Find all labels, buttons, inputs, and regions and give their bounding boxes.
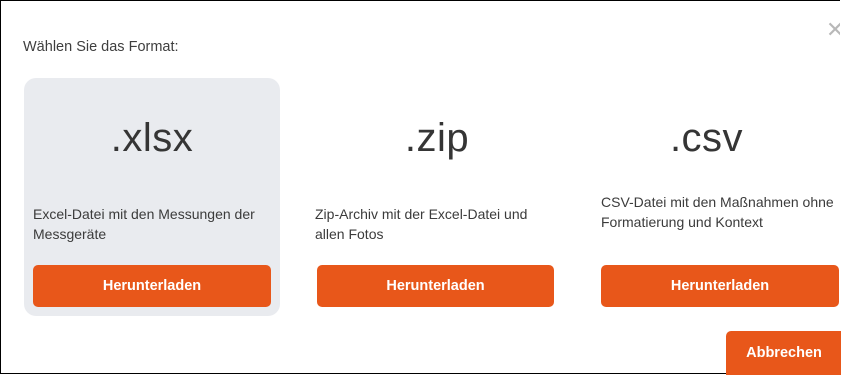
format-description: Zip-Archiv mit der Excel-Datei und allen… [315, 206, 528, 242]
format-extension: .xlsx [110, 116, 194, 160]
format-description: Excel-Datei mit den Messungen der Messge… [33, 206, 255, 242]
format-description: CSV-Datei mit den Maßnahmen ohne Formati… [601, 194, 834, 230]
download-xlsx-button[interactable]: Herunterladen [33, 265, 271, 307]
format-card-zip[interactable]: .zip Zip-Archiv mit der Excel-Datei und … [305, 78, 569, 316]
format-card-xlsx[interactable]: .xlsx Excel-Datei mit den Messungen der … [24, 78, 280, 316]
format-extension: .csv [669, 116, 744, 160]
dialog-prompt: Wählen Sie das Format: [23, 39, 179, 55]
cancel-button[interactable]: Abbrechen [726, 331, 841, 375]
format-card-csv[interactable]: .csv CSV-Datei mit den Maßnahmen ohne Fo… [591, 78, 841, 316]
download-csv-button[interactable]: Herunterladen [601, 265, 839, 307]
close-icon[interactable]: ✕ [826, 19, 840, 41]
format-extension: .zip [404, 116, 470, 160]
download-zip-button[interactable]: Herunterladen [317, 265, 554, 307]
format-dialog: ✕ Wählen Sie das Format: .xlsx Excel-Dat… [0, 0, 841, 375]
